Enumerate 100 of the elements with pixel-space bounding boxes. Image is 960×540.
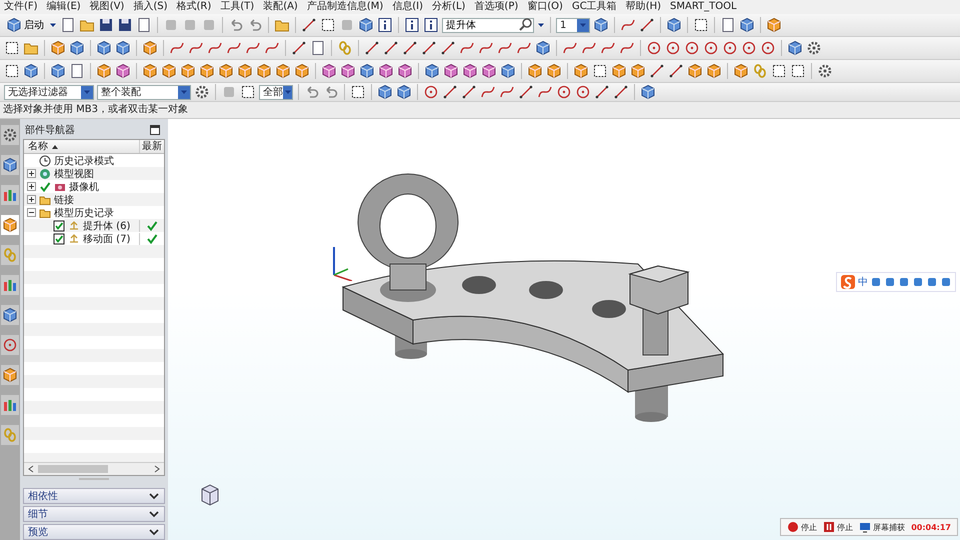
- tree-item[interactable]: 历史记录模式: [54, 154, 114, 168]
- circle-icon[interactable]: [646, 40, 662, 56]
- curve-icon[interactable]: [620, 17, 636, 33]
- type-filter-select[interactable]: 无选择过滤器: [4, 84, 94, 100]
- line-icon[interactable]: [291, 40, 307, 56]
- info-icon[interactable]: [377, 17, 393, 33]
- square-icon[interactable]: [350, 84, 366, 100]
- expand-icon[interactable]: [27, 169, 36, 178]
- menu-item[interactable]: 窗口(O): [527, 0, 563, 14]
- command-search-field[interactable]: 提升体: [442, 18, 534, 32]
- curve-icon[interactable]: [188, 40, 204, 56]
- curve-icon[interactable]: [478, 40, 494, 56]
- cube-icon[interactable]: [481, 63, 497, 79]
- page-icon[interactable]: [136, 17, 152, 33]
- maximize-icon[interactable]: [149, 124, 161, 136]
- cube-icon[interactable]: [424, 63, 440, 79]
- menu-item[interactable]: 装配(A): [263, 0, 298, 14]
- cube-icon[interactable]: [142, 40, 158, 56]
- square-icon[interactable]: [320, 17, 336, 33]
- curve-icon[interactable]: [264, 40, 280, 56]
- cube-icon[interactable]: [397, 63, 413, 79]
- curve-icon[interactable]: [480, 84, 496, 100]
- menu-item[interactable]: 首选项(P): [474, 0, 518, 14]
- ime-tool-icon[interactable]: [940, 276, 952, 288]
- tree-item[interactable]: 移动面 (7): [83, 232, 130, 246]
- collapse-icon[interactable]: [27, 208, 36, 217]
- checkbox[interactable]: [53, 232, 65, 244]
- scroll-right-icon[interactable]: [153, 465, 161, 473]
- curve-icon[interactable]: [207, 40, 223, 56]
- recorder-button[interactable]: 屏幕捕获: [859, 521, 906, 533]
- line-icon[interactable]: [440, 40, 456, 56]
- cube-icon[interactable]: [766, 17, 782, 33]
- cube-icon[interactable]: [787, 40, 803, 56]
- menu-item[interactable]: 帮助(H): [626, 0, 662, 14]
- column-header[interactable]: 名称: [24, 140, 48, 153]
- cube-icon[interactable]: [161, 63, 177, 79]
- cube-icon[interactable]: [23, 63, 39, 79]
- square-icon[interactable]: [4, 63, 20, 79]
- menu-item[interactable]: 格式(R): [176, 0, 212, 14]
- line-icon[interactable]: [364, 40, 380, 56]
- ime-tool-icon[interactable]: [912, 276, 924, 288]
- circle-icon[interactable]: [722, 40, 738, 56]
- cube-icon[interactable]: [256, 63, 272, 79]
- cube-icon[interactable]: [358, 17, 374, 33]
- cube-icon[interactable]: [199, 63, 215, 79]
- menu-item[interactable]: 信息(I): [392, 0, 424, 14]
- cube-icon[interactable]: [378, 63, 394, 79]
- line-icon[interactable]: [668, 63, 684, 79]
- cube-icon[interactable]: [69, 40, 85, 56]
- ime-logo-icon[interactable]: [840, 274, 856, 290]
- tree-item[interactable]: 模型历史记录: [54, 206, 114, 220]
- menu-item[interactable]: GC工具箱: [572, 0, 617, 14]
- line-icon[interactable]: [461, 84, 477, 100]
- curve-icon[interactable]: [499, 84, 515, 100]
- line-icon[interactable]: [442, 84, 458, 100]
- curve-icon[interactable]: [581, 40, 597, 56]
- tree-item[interactable]: 提升体 (6): [83, 218, 130, 232]
- column-header[interactable]: 最新: [142, 140, 162, 153]
- cube-icon[interactable]: [593, 17, 609, 33]
- circle-icon[interactable]: [684, 40, 700, 56]
- collapsible-panel[interactable]: 预览: [23, 524, 165, 540]
- circle-icon[interactable]: [741, 40, 757, 56]
- cube-icon[interactable]: [687, 63, 703, 79]
- dropdown-arrow-icon[interactable]: [49, 21, 57, 29]
- curve-icon[interactable]: [497, 40, 513, 56]
- line-icon[interactable]: [649, 63, 665, 79]
- check-icon[interactable]: [39, 180, 51, 192]
- cube-icon[interactable]: [6, 17, 22, 33]
- page-icon[interactable]: [60, 17, 76, 33]
- menu-item[interactable]: 文件(F): [4, 0, 38, 14]
- cube-icon[interactable]: [573, 63, 589, 79]
- circle-icon[interactable]: [575, 84, 591, 100]
- cube-icon[interactable]: [706, 63, 722, 79]
- square-icon[interactable]: [4, 40, 20, 56]
- circle-icon[interactable]: [665, 40, 681, 56]
- line-icon[interactable]: [639, 17, 655, 33]
- cube-icon[interactable]: [275, 63, 291, 79]
- cube-icon[interactable]: [321, 63, 337, 79]
- cube-icon[interactable]: [115, 63, 131, 79]
- cube-icon[interactable]: [611, 63, 627, 79]
- start-button[interactable]: 启动: [4, 17, 46, 33]
- cube-icon[interactable]: [546, 63, 562, 79]
- cube-icon[interactable]: [396, 84, 412, 100]
- layer-select[interactable]: 1: [556, 18, 590, 32]
- cube-icon[interactable]: [96, 40, 112, 56]
- cube-icon[interactable]: [462, 63, 478, 79]
- ime-tool-icon[interactable]: [898, 276, 910, 288]
- cube-icon[interactable]: [50, 63, 66, 79]
- cube-icon[interactable]: [666, 17, 682, 33]
- scroll-left-icon[interactable]: [27, 465, 35, 473]
- cube-icon[interactable]: [142, 63, 158, 79]
- cube-icon[interactable]: [739, 17, 755, 33]
- page-icon[interactable]: [720, 17, 736, 33]
- recorder-button[interactable]: 停止: [823, 521, 854, 533]
- cube-icon[interactable]: [96, 63, 112, 79]
- curve-icon[interactable]: [619, 40, 635, 56]
- ime-mode-toggle[interactable]: 中: [858, 275, 868, 289]
- cube-icon[interactable]: [527, 63, 543, 79]
- circle-icon[interactable]: [760, 40, 776, 56]
- curve-icon[interactable]: [245, 40, 261, 56]
